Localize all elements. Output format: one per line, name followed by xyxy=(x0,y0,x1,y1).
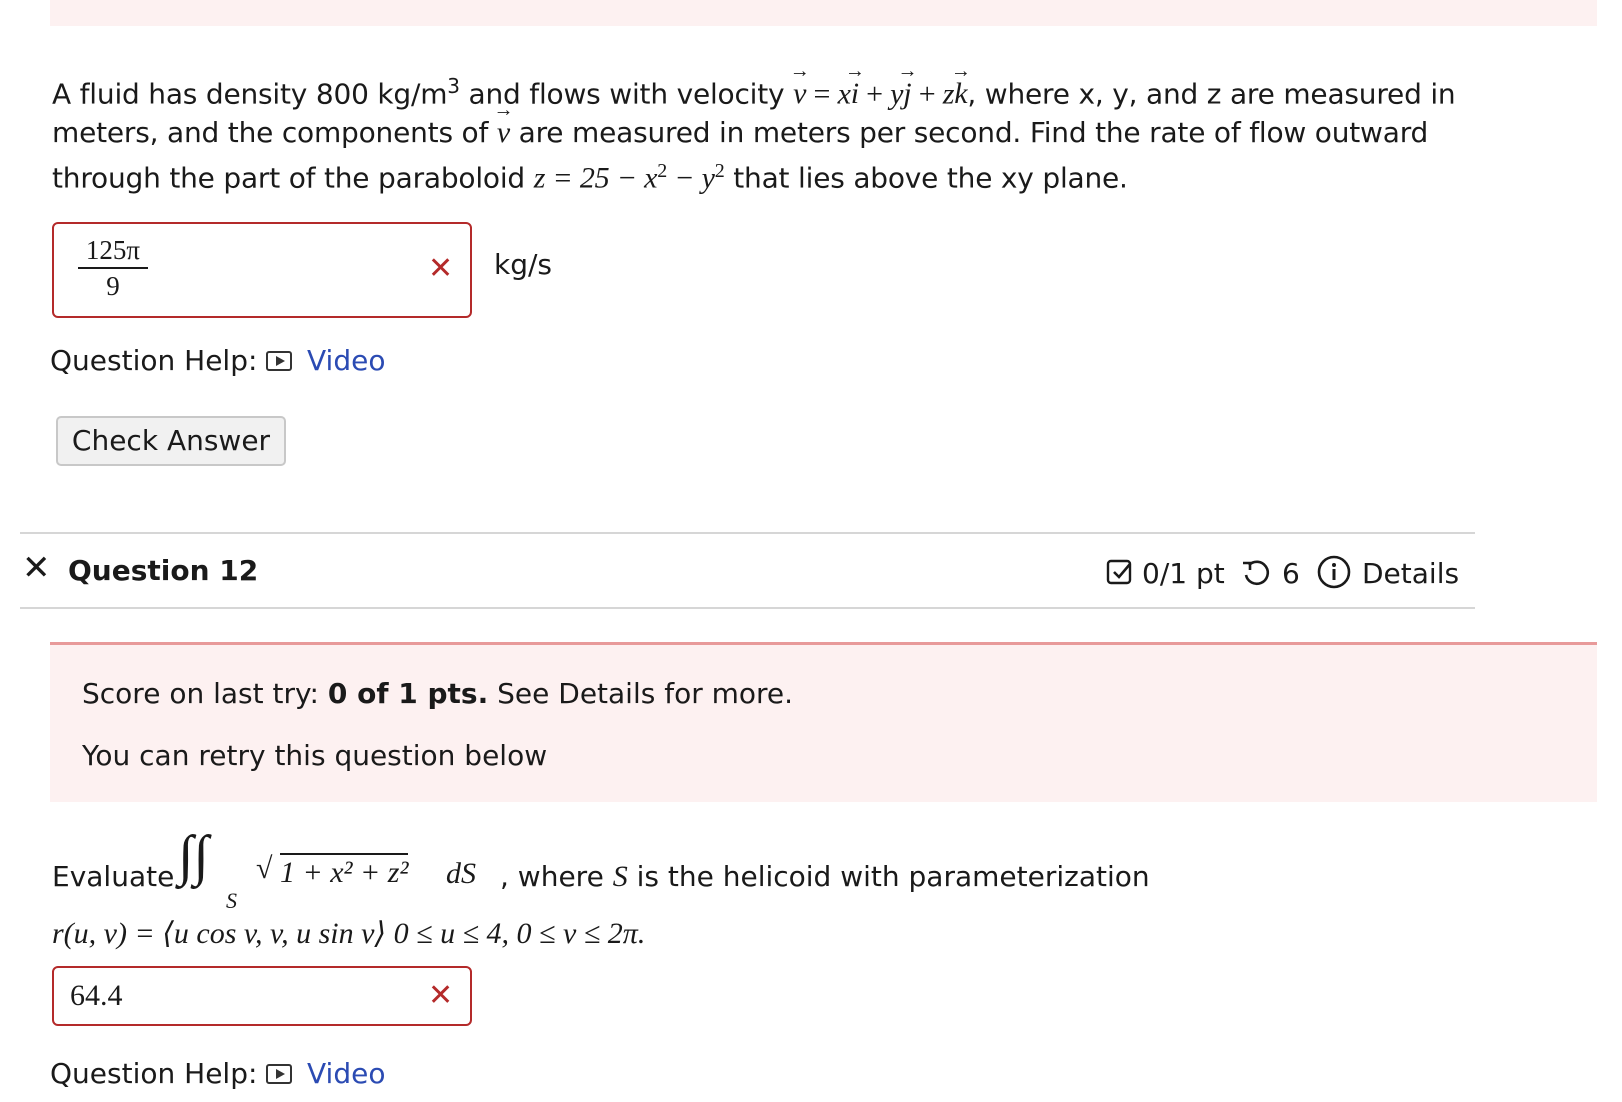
score-last-try: Score on last try: 0 of 1 pts. See Detai… xyxy=(82,677,794,710)
score-text: 0/1 pt xyxy=(1142,557,1225,590)
question-text: A fluid has density 800 kg/m3 and flows … xyxy=(52,67,1572,198)
integrand: 1 + x² + z² xyxy=(280,853,409,889)
double-integral-sign: ∫∫ xyxy=(178,825,209,887)
score-banner: Score on last try: 0 of 1 pts. See Detai… xyxy=(50,642,1597,802)
retry-icon xyxy=(1240,557,1272,593)
video-link[interactable]: Video xyxy=(307,1057,385,1090)
incorrect-icon: ✕ xyxy=(428,251,454,286)
question-title: Question 12 xyxy=(68,554,259,587)
unit-label: kg/s xyxy=(494,248,553,281)
retry-message: You can retry this question below xyxy=(82,739,548,772)
incorrect-icon: ✕ xyxy=(428,978,454,1013)
incorrect-status-icon: ✕ xyxy=(22,548,51,588)
evaluate-label: Evaluate xyxy=(52,860,175,893)
prev-feedback-banner xyxy=(50,0,1597,26)
video-link[interactable]: Video xyxy=(307,344,385,377)
score-checkbox-icon xyxy=(1106,558,1134,590)
sqrt-sign: √ xyxy=(256,852,273,885)
video-icon[interactable] xyxy=(266,351,292,373)
divider xyxy=(20,532,1475,534)
integral-subscript: S xyxy=(226,888,237,913)
check-answer-button[interactable]: Check Answer xyxy=(56,416,286,466)
info-icon[interactable] xyxy=(1316,554,1352,594)
answer-input-q12[interactable]: 64.4 ✕ xyxy=(52,966,472,1026)
helicoid-description: , where S is the helicoid with parameter… xyxy=(500,860,1150,893)
question-help-label: Question Help: xyxy=(50,344,258,377)
parameterization: r(u, v) = ⟨u cos v, v, u sin v⟩ 0 ≤ u ≤ … xyxy=(52,917,646,950)
answer-value: 64.4 xyxy=(70,979,123,1012)
ds-term: dS xyxy=(446,857,476,890)
answer-fraction: 125π 9 xyxy=(78,234,148,302)
question-help-label: Question Help: xyxy=(50,1057,258,1090)
retries-count: 6 xyxy=(1282,557,1300,590)
video-icon[interactable] xyxy=(266,1064,292,1086)
answer-input[interactable]: 125π 9 ✕ xyxy=(52,222,472,318)
divider xyxy=(20,607,1475,609)
details-link[interactable]: Details xyxy=(1362,557,1459,590)
